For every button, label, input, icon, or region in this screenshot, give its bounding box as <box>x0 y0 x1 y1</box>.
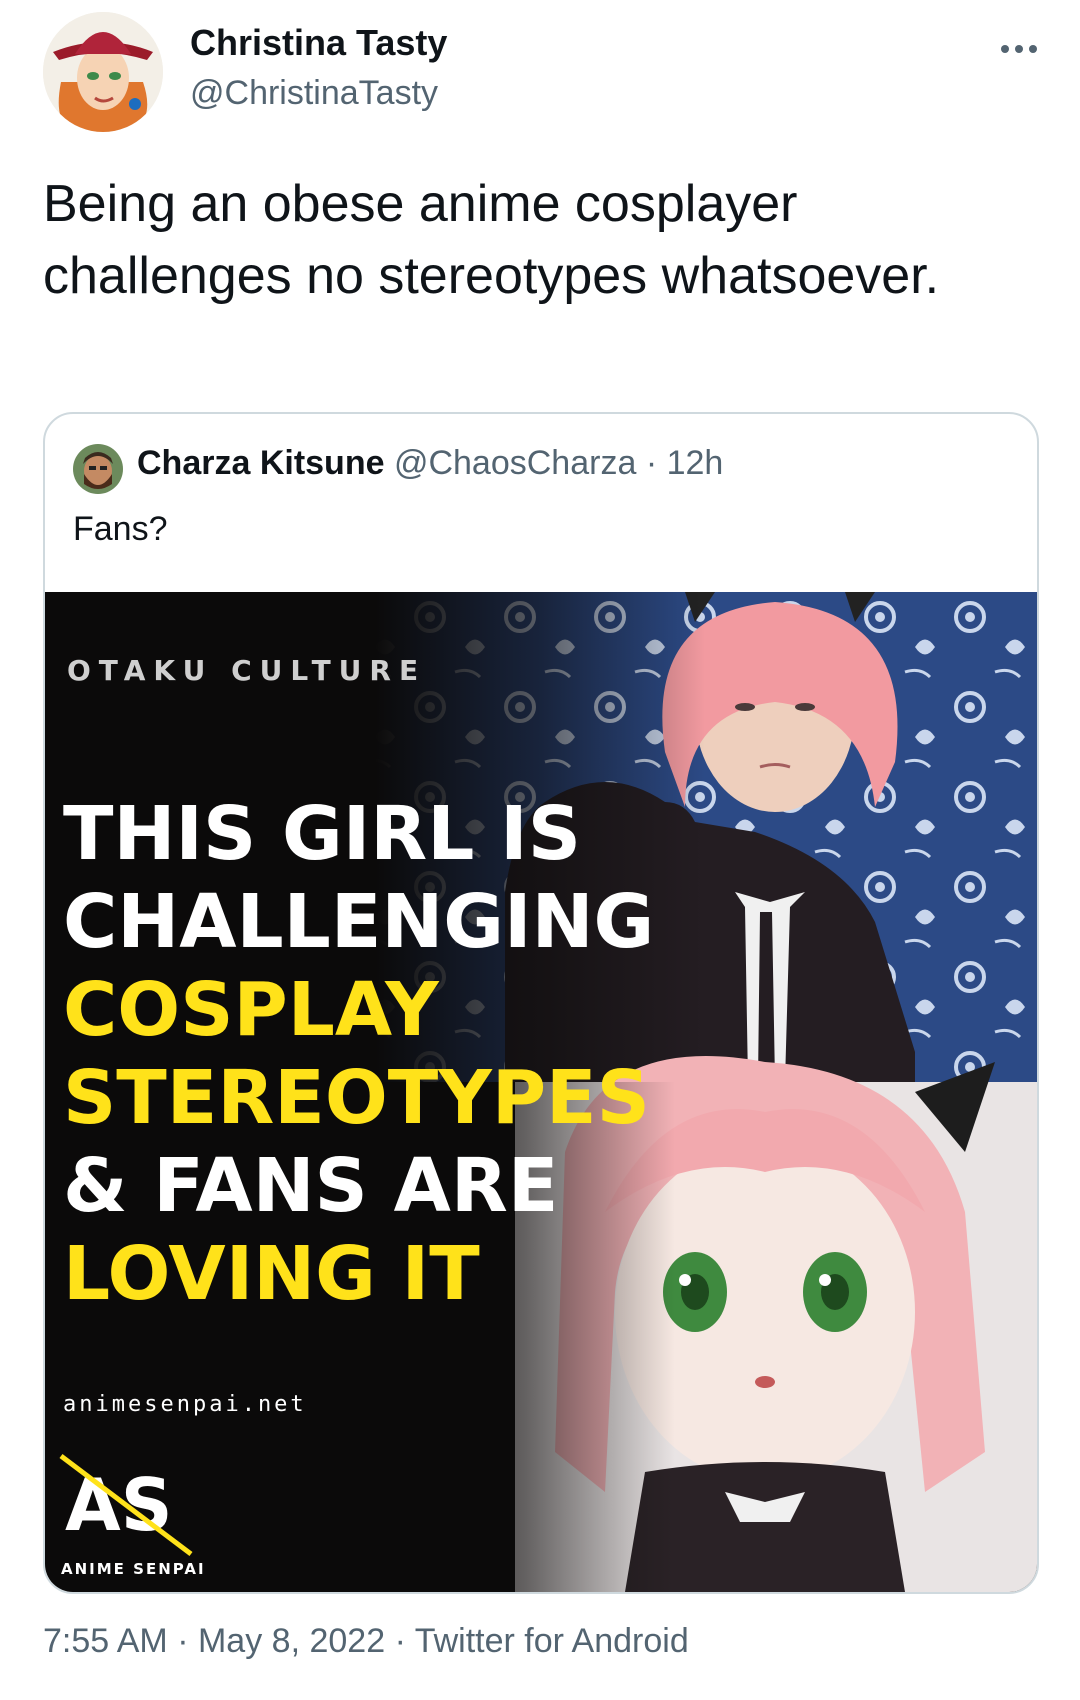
headline-line: STEREOTYPES <box>63 1055 650 1141</box>
headline-line: THIS GIRL IS <box>63 791 581 877</box>
headline-line: COSPLAY <box>63 967 439 1053</box>
tweet-source-link[interactable]: Twitter for Android <box>415 1622 689 1660</box>
image-domain: animesenpai.net <box>63 1392 307 1417</box>
quoted-author-name[interactable]: Charza Kitsune <box>137 444 385 482</box>
more-options-button[interactable] <box>1000 20 1038 65</box>
quoted-tweet-card[interactable]: Charza Kitsune @ChaosCharza · 12h Fans? <box>43 412 1039 1594</box>
footer-separator: · <box>177 1622 189 1660</box>
tweet-footer: 7:55 AM · May 8, 2022 · Twitter for Andr… <box>43 1622 689 1661</box>
quoted-avatar-illustration <box>73 444 123 494</box>
meta-separator: · <box>645 444 658 482</box>
quoted-tweet-image[interactable]: OTAKU CULTURE THIS GIRL IS CHALLENGING C… <box>45 592 1037 1592</box>
image-headline: THIS GIRL IS CHALLENGING COSPLAY STEREOT… <box>63 790 654 1318</box>
tweet-date[interactable]: May 8, 2022 <box>198 1622 385 1660</box>
logo-subtitle: ANIME SENPAI <box>61 1560 206 1578</box>
quoted-author-handle[interactable]: @ChaosCharza <box>394 444 636 482</box>
tweet-text: Being an obese anime cosplayer challenge… <box>43 175 940 305</box>
headline-line: & FANS ARE <box>63 1143 559 1229</box>
headline-line: LOVING IT <box>63 1231 480 1317</box>
logo-mark: AS <box>59 1454 193 1556</box>
quoted-tweet-text: Fans? <box>73 510 168 548</box>
author-name[interactable]: Christina Tasty <box>190 22 447 64</box>
quoted-tweet-age[interactable]: 12h <box>667 444 724 482</box>
anime-senpai-logo: AS <box>59 1450 199 1560</box>
author-handle[interactable]: @ChristinaTasty <box>190 74 438 113</box>
quoted-tweet-meta: Charza Kitsune @ChaosCharza · 12h <box>137 444 723 483</box>
author-avatar-illustration <box>43 12 163 132</box>
ellipsis-icon <box>1001 45 1037 53</box>
headline-line: CHALLENGING <box>63 879 655 965</box>
tweet-time[interactable]: 7:55 AM <box>43 1622 168 1660</box>
image-kicker: OTAKU CULTURE <box>67 654 427 687</box>
logo-letters: AS <box>65 1463 173 1547</box>
quoted-author-avatar[interactable] <box>73 444 123 494</box>
author-avatar[interactable] <box>43 12 163 132</box>
tweet-header: Christina Tasty @ChristinaTasty <box>43 12 1043 132</box>
footer-separator: · <box>394 1622 406 1660</box>
